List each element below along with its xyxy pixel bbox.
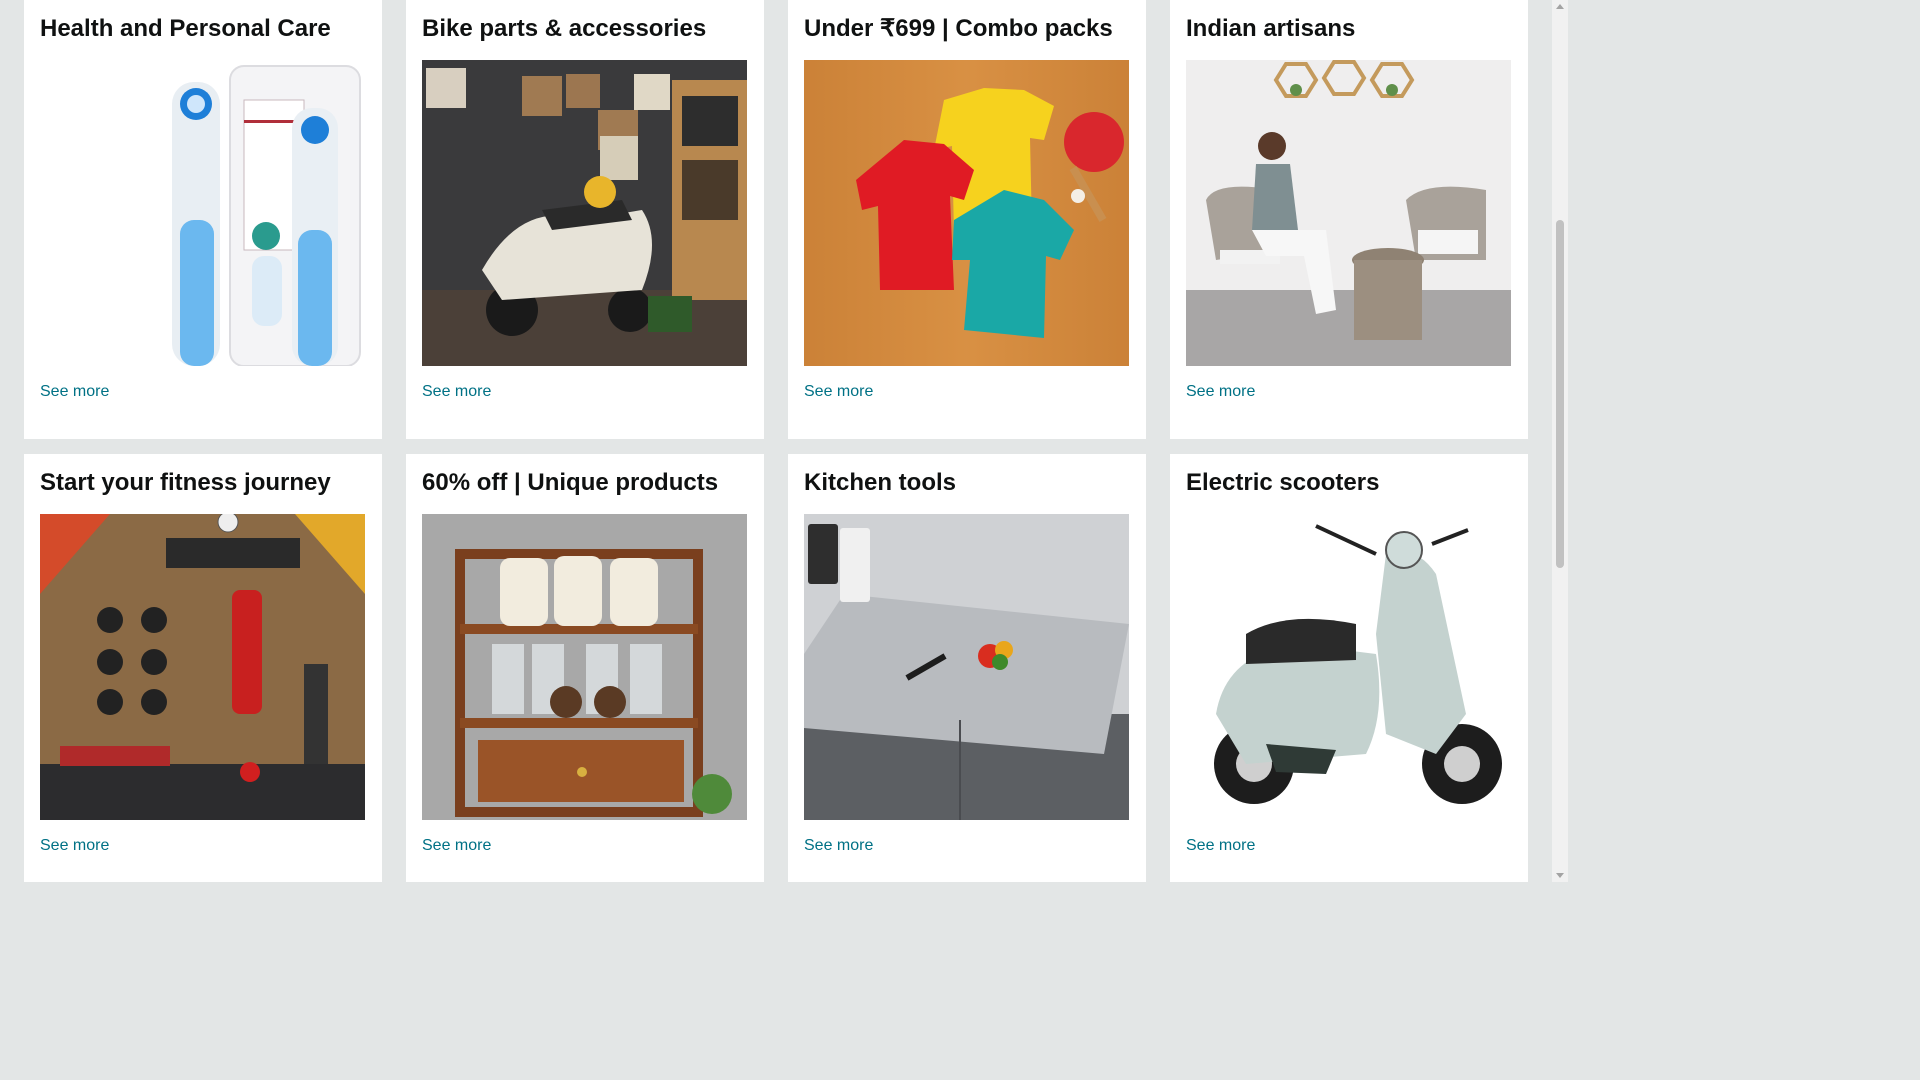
card-health-personal-care: Health and Personal Care See more [24,0,382,439]
scroll-down-arrow-icon[interactable] [1556,873,1564,878]
see-more-link[interactable]: See more [40,836,366,856]
see-more-link[interactable]: See more [422,382,748,402]
card-combo-packs: Under ₹699 | Combo packs See more [788,0,1146,439]
see-more-link[interactable]: See more [1186,382,1512,402]
card-title: Electric scooters [1186,469,1380,496]
scroll-up-arrow-icon[interactable] [1556,4,1564,9]
card-bike-parts-accessories: Bike parts & accessories See more [406,0,764,439]
vertical-scrollbar[interactable] [1552,0,1568,882]
steel-countertop-image[interactable] [804,514,1129,820]
card-title: Under ₹699 | Combo packs [804,15,1113,42]
see-more-link[interactable]: See more [40,382,366,402]
card-kitchen-tools: Kitchen tools See more [788,454,1146,882]
card-electric-scooters: Electric scooters See more [1170,454,1528,882]
see-more-link[interactable]: See more [1186,836,1512,856]
card-title: Health and Personal Care [40,15,331,42]
home-gym-image[interactable] [40,514,365,820]
card-title: Bike parts & accessories [422,15,707,42]
card-title: Kitchen tools [804,469,957,496]
electric-toothbrush-product-image[interactable] [40,60,365,366]
card-title: Start your fitness journey [40,469,331,496]
electric-scooter-image[interactable] [1186,514,1511,820]
card-unique-products: 60% off | Unique products See more [406,454,764,882]
patio-furniture-image[interactable] [1186,60,1511,366]
card-indian-artisans: Indian artisans See more [1170,0,1528,439]
see-more-link[interactable]: See more [804,836,1130,856]
see-more-link[interactable]: See more [422,836,748,856]
scooter-garage-image[interactable] [422,60,747,366]
scrollbar-thumb[interactable] [1556,220,1564,568]
card-title: 60% off | Unique products [422,469,719,496]
tshirt-combo-image[interactable] [804,60,1129,366]
kitchen-rack-image[interactable] [422,514,747,820]
card-title: Indian artisans [1186,15,1356,42]
card-fitness-journey: Start your fitness journey See more [24,454,382,882]
see-more-link[interactable]: See more [804,382,1130,402]
